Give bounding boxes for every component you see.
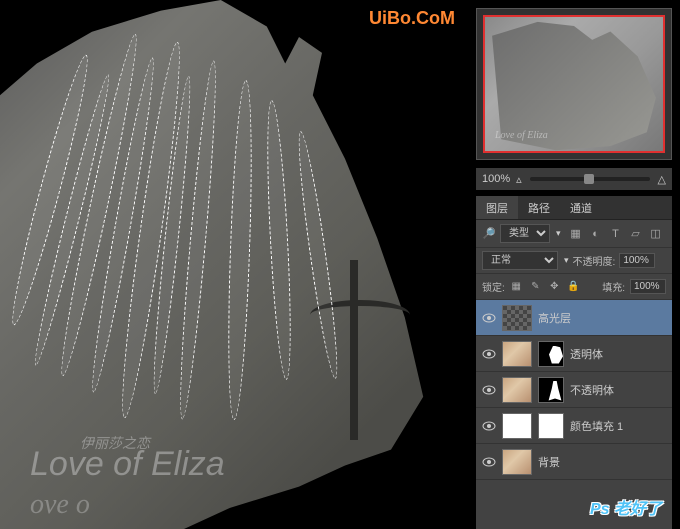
opacity-label: 不透明度: — [573, 253, 616, 268]
layer-filter-row: 🔎 类型 ▾ ▦ ◐ T ▱ ◫ — [476, 220, 672, 248]
zoom-slider-thumb[interactable] — [584, 174, 594, 184]
filter-smart-icon[interactable]: ◫ — [649, 227, 663, 241]
layer-row[interactable]: 高光层 — [476, 300, 672, 336]
lock-transparent-icon[interactable]: ▦ — [510, 280, 523, 293]
layer-row[interactable]: 颜色填充 1 — [476, 408, 672, 444]
lock-row: 锁定: ▦ ✎ ✥ 🔒 填充: — [476, 274, 672, 300]
tab-layers[interactable]: 图层 — [476, 196, 518, 219]
image-watermark-cut: ove o — [30, 489, 90, 521]
navigator-viewbox[interactable] — [483, 15, 665, 153]
layer-row[interactable]: 背景 — [476, 444, 672, 480]
search-icon[interactable]: 🔎 — [482, 227, 496, 241]
zoom-in-icon[interactable]: △ — [658, 173, 666, 186]
filter-type-icon[interactable]: T — [609, 227, 623, 241]
layer-name[interactable]: 不透明体 — [570, 382, 666, 398]
filter-type-select[interactable]: 类型 — [500, 224, 550, 243]
layer-name[interactable]: 高光层 — [538, 310, 666, 326]
zoom-slider[interactable] — [530, 177, 650, 181]
filter-adjust-icon[interactable]: ◐ — [589, 227, 603, 241]
visibility-toggle[interactable] — [482, 455, 496, 469]
panel-tabs: 图层 路径 通道 — [476, 196, 672, 220]
document-canvas[interactable]: 伊丽莎之恋 Love of Eliza ove o — [0, 0, 460, 529]
tutorial-logo: Ps 老好了 — [590, 495, 662, 519]
layer-thumbnail[interactable] — [502, 305, 532, 331]
layer-name[interactable]: 颜色填充 1 — [570, 418, 666, 434]
layer-name[interactable]: 背景 — [538, 454, 666, 470]
layer-mask[interactable] — [538, 341, 564, 367]
layer-thumbnail[interactable] — [502, 377, 532, 403]
zoom-value[interactable]: 100% — [482, 173, 510, 185]
watermark-title: Love of Eliza — [30, 445, 225, 483]
chevron-down-icon: ▾ — [564, 255, 569, 266]
navigator-panel[interactable]: Love of Eliza — [476, 8, 672, 160]
layer-name[interactable]: 透明体 — [570, 346, 666, 362]
lock-pixels-icon[interactable]: ✎ — [529, 280, 542, 293]
streetlamp — [280, 260, 420, 440]
layer-mask[interactable] — [538, 377, 564, 403]
visibility-toggle[interactable] — [482, 347, 496, 361]
site-watermark: UiBo.CoM — [369, 8, 455, 29]
visibility-toggle[interactable] — [482, 383, 496, 397]
panels-area: 图层 路径 通道 🔎 类型 ▾ ▦ ◐ T ▱ ◫ 正常 ▾ 不透明度: 锁定:… — [476, 196, 672, 529]
tab-paths[interactable]: 路径 — [518, 196, 560, 219]
layer-thumbnail[interactable] — [502, 341, 532, 367]
blend-mode-select[interactable]: 正常 — [482, 251, 558, 270]
layer-row[interactable]: 不透明体 — [476, 372, 672, 408]
zoom-out-icon[interactable]: ▵ — [516, 173, 522, 186]
fill-input[interactable] — [630, 279, 666, 294]
fill-label: 填充: — [602, 279, 625, 294]
tab-channels[interactable]: 通道 — [560, 196, 602, 219]
filter-pixel-icon[interactable]: ▦ — [569, 227, 583, 241]
layer-mask[interactable] — [538, 413, 564, 439]
layer-row[interactable]: 透明体 — [476, 336, 672, 372]
visibility-toggle[interactable] — [482, 419, 496, 433]
layer-thumbnail[interactable] — [502, 449, 532, 475]
zoom-bar: 100% ▵ △ — [476, 168, 672, 190]
image-watermark: 伊丽莎之恋 Love of Eliza — [30, 433, 225, 484]
layer-thumbnail[interactable] — [502, 413, 532, 439]
blend-row: 正常 ▾ 不透明度: — [476, 248, 672, 274]
lock-label: 锁定: — [482, 279, 505, 294]
chevron-down-icon: ▾ — [556, 228, 561, 239]
lock-position-icon[interactable]: ✥ — [548, 280, 561, 293]
visibility-toggle[interactable] — [482, 311, 496, 325]
filter-shape-icon[interactable]: ▱ — [629, 227, 643, 241]
navigator-preview[interactable]: Love of Eliza — [483, 15, 665, 153]
lock-all-icon[interactable]: 🔒 — [567, 280, 580, 293]
opacity-input[interactable] — [619, 253, 655, 268]
